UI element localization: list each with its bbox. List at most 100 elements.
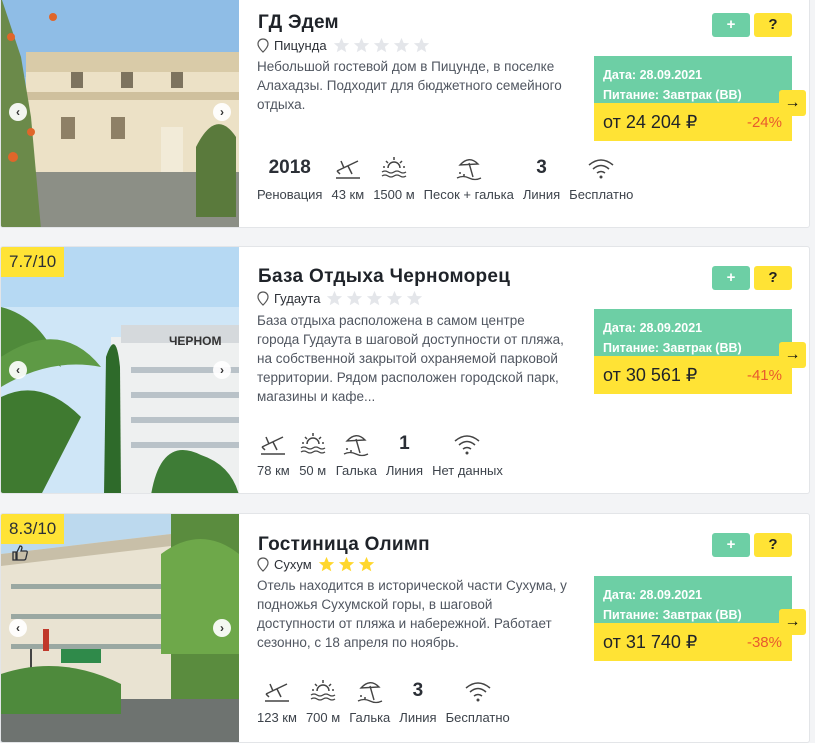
feature-label: 123 км (257, 710, 297, 725)
offer-price-bar: от 30 561 ₽ -41% (594, 356, 792, 394)
go-to-offer-button[interactable]: → (779, 90, 806, 116)
feature-label: Бесплатно (445, 710, 510, 725)
star-empty-icon (367, 290, 383, 305)
star-filled-icon (318, 556, 334, 571)
star-empty-icon (333, 37, 349, 52)
offer-date: Дата: 28.09.2021 (603, 321, 703, 335)
hotel-name[interactable]: База Отдыха Черноморец (258, 266, 510, 288)
hotel-city: Пицунда (274, 37, 327, 53)
star-filled-icon (358, 556, 374, 571)
offer-date: Дата: 28.09.2021 (603, 588, 703, 602)
add-to-compare-button[interactable]: + (712, 266, 750, 290)
airplane-icon (264, 683, 289, 702)
star-rating (333, 37, 430, 54)
go-to-offer-button[interactable]: → (779, 609, 806, 635)
feature-label: Линия (522, 187, 561, 202)
offer-meal: Питание: Завтрак (BB) (603, 341, 742, 355)
offer-price: от 30 561 ₽ (603, 364, 698, 385)
hotel-photo[interactable]: 8.3/10 ‹ › (1, 514, 239, 742)
feature-sea-distance: 50 м (299, 429, 327, 478)
photo-prev-button[interactable]: ‹ (9, 619, 27, 637)
feature-label: Реновация (257, 187, 323, 202)
feature-label: 50 м (299, 463, 327, 478)
photo-prev-button[interactable]: ‹ (9, 361, 27, 379)
photo-prev-button[interactable]: ‹ (9, 103, 27, 121)
star-empty-icon (393, 37, 409, 52)
beach-icon (456, 159, 482, 181)
feature-label: 43 км (331, 187, 365, 202)
beach-icon (343, 435, 369, 457)
hotel-photo[interactable]: ЧЕРНОМ 7.7/10 ‹ › (1, 247, 239, 493)
sea-icon (310, 680, 336, 701)
feature-beach: Галька (349, 676, 390, 725)
feature-label: Галька (335, 463, 377, 478)
hotel-description: База отдыха расположена в самом центре г… (257, 313, 564, 404)
airplane-icon (335, 160, 360, 179)
feature-label: 1500 м (373, 187, 415, 202)
offer-price-bar: от 24 204 ₽ -24% (594, 103, 792, 141)
feature-label: Песок + галька (423, 187, 514, 202)
rating-badge: 7.7/10 (1, 247, 65, 277)
photo-next-button[interactable]: › (213, 103, 231, 121)
hotel-features: 78 км 50 м Галька 1 Линия Нет данных (257, 429, 512, 478)
photo-next-button[interactable]: › (213, 361, 231, 379)
feature-label: 78 км (257, 463, 290, 478)
feature-wifi: Бесплатно (569, 153, 633, 202)
go-to-offer-button[interactable]: → (779, 342, 806, 368)
location-pin-icon (257, 290, 269, 306)
feature-beach: Галька (336, 429, 377, 478)
feature-label: Нет данных (432, 463, 503, 478)
info-button[interactable]: ? (754, 533, 792, 557)
feature-label: Галька (349, 710, 391, 725)
hotel-card[interactable]: 8.3/10 ‹ › Гостиница Олимп Сухум Отель н… (0, 513, 810, 743)
hotel-card[interactable]: ‹ › ГД Эдем Пицунда Небольшой гостевой д… (0, 0, 810, 228)
hotel-name[interactable]: ГД Эдем (258, 12, 339, 34)
price-offer[interactable]: Дата: 28.09.2021 Питание: Завтрак (BB) о… (594, 309, 792, 394)
feature-sea-distance: 1500 м (373, 153, 415, 202)
feature-beach: Песок + галька (424, 153, 514, 202)
offer-discount: -41% (746, 366, 782, 384)
hotel-card[interactable]: ЧЕРНОМ 7.7/10 ‹ › База Отдыха Черноморец… (0, 246, 810, 494)
feature-label: Линия (399, 710, 437, 725)
feature-line: 1 Линия (386, 429, 423, 478)
hotel-description: Небольшой гостевой дом в Пицунде, в посе… (257, 59, 562, 112)
hotel-features: 123 км 700 м Галька 3 Линия Бесплатно (257, 676, 519, 725)
offer-discount: -24% (746, 113, 782, 131)
star-empty-icon (413, 37, 429, 52)
hotel-features: 2018 Реновация 43 км 1500 м Песок + галь… (257, 153, 642, 202)
hotel-photo-image (1, 0, 239, 227)
feature-renovation: 2018 Реновация (257, 153, 322, 202)
hotel-city: Сухум (274, 556, 312, 572)
thumbs-up-icon (12, 545, 28, 561)
feature-airport: 78 км (257, 429, 290, 478)
wifi-icon (455, 435, 480, 455)
hotel-photo-image: ЧЕРНОМ (1, 247, 239, 493)
hotel-description: Отель находится в исторической части Сух… (257, 578, 567, 650)
feature-value: 3 (536, 157, 547, 178)
location-pin-icon (257, 556, 269, 572)
beach-icon (357, 682, 383, 704)
hotel-location: Пицунда (257, 37, 430, 53)
feature-line: 3 Линия (399, 676, 436, 725)
photo-next-button[interactable]: › (213, 619, 231, 637)
info-button[interactable]: ? (754, 13, 792, 37)
wifi-icon (465, 682, 491, 702)
price-offer[interactable]: Дата: 28.09.2021 Питание: Завтрак (BB) о… (594, 56, 792, 141)
star-empty-icon (353, 37, 369, 52)
sea-icon (300, 433, 326, 454)
feature-sea-distance: 700 м (306, 676, 340, 725)
feature-value: 1 (399, 433, 410, 454)
hotel-location: Сухум (257, 556, 375, 572)
info-button[interactable]: ? (754, 266, 792, 290)
feature-airport: 123 км (257, 676, 297, 725)
hotel-name[interactable]: Гостиница Олимп (258, 534, 430, 556)
rating-badge: 8.3/10 (1, 514, 65, 561)
feature-label: Линия (385, 463, 424, 478)
add-to-compare-button[interactable]: + (712, 13, 750, 37)
star-empty-icon (407, 290, 423, 305)
add-to-compare-button[interactable]: + (712, 533, 750, 557)
hotel-photo-image (1, 514, 239, 742)
hotel-photo[interactable]: ‹ › (1, 0, 239, 227)
feature-label: Бесплатно (569, 187, 634, 202)
price-offer[interactable]: Дата: 28.09.2021 Питание: Завтрак (BB) о… (594, 576, 792, 661)
